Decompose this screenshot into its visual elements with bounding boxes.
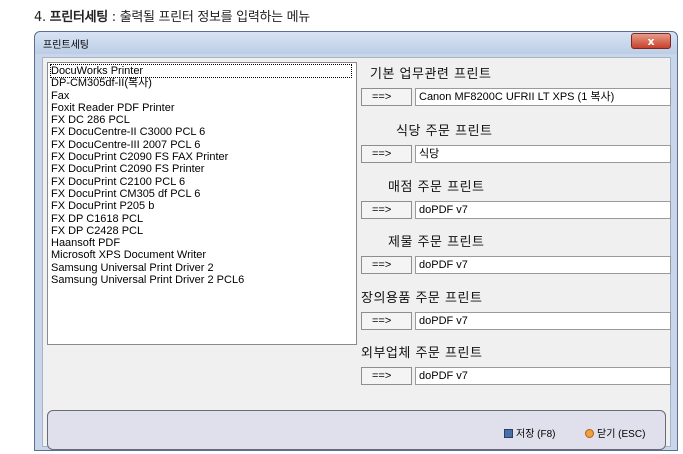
- caption-description: 출력될 프린터 정보를 입력하는 메뉴: [119, 10, 311, 25]
- window-close-button[interactable]: x: [631, 33, 671, 49]
- caption-title: 프린터세팅: [49, 10, 109, 25]
- printer-list-item[interactable]: FX DocuPrint C2100 PCL 6: [51, 176, 356, 188]
- close-icon: x: [647, 35, 655, 48]
- printer-listbox[interactable]: DocuWorks Printer DP-CM305df-II(복사) Fax Fox…: [47, 62, 357, 345]
- printer-list-item[interactable]: Foxit Reader PDF Printer: [51, 102, 356, 114]
- close-button-label: 닫기 (ESC): [597, 429, 646, 440]
- title-bar[interactable]: 프린트세팅 x: [35, 32, 677, 54]
- save-button-label: 저장 (F8): [516, 429, 556, 440]
- printer-list-item[interactable]: DocuWorks Printer: [50, 63, 352, 79]
- caption-number: 4.: [34, 10, 46, 25]
- assign-printer-button[interactable]: ==>: [361, 201, 412, 219]
- assign-printer-button[interactable]: ==>: [361, 256, 412, 274]
- printer-section-label: 식당 주문 프린트: [396, 124, 493, 139]
- printer-list-item[interactable]: FX DP C2428 PCL: [51, 225, 356, 237]
- assigned-printer-field[interactable]: doPDF v7: [415, 312, 671, 330]
- caption: 4. 프린터세팅 : 출력될 프린터 정보를 입력하는 메뉴: [34, 6, 310, 25]
- assigned-printer-field[interactable]: Canon MF8200C UFRII LT XPS (1 복사): [415, 88, 671, 106]
- assigned-printer-field[interactable]: doPDF v7: [415, 256, 671, 274]
- assigned-printer-field[interactable]: doPDF v7: [415, 367, 671, 385]
- printer-list-item[interactable]: FX DocuPrint C2090 FS FAX Printer: [51, 151, 356, 163]
- printer-section-label: 기본 업무관련 프린트: [370, 67, 492, 82]
- printer-list-item[interactable]: FX DocuCentre-III 2007 PCL 6: [51, 139, 356, 151]
- assign-printer-button[interactable]: ==>: [361, 312, 412, 330]
- save-button[interactable]: 저장 (F8): [504, 425, 556, 440]
- printer-list-item[interactable]: FX DP C1618 PCL: [51, 213, 356, 225]
- window-title: 프린트세팅: [43, 40, 89, 51]
- close-icon: [585, 429, 594, 438]
- print-settings-window: 프린트세팅 x DocuWorks Printer DP-CM305df-II(복…: [34, 31, 678, 451]
- printer-list-item[interactable]: Microsoft XPS Document Writer: [51, 249, 356, 261]
- assign-printer-button[interactable]: ==>: [361, 145, 412, 163]
- printer-list-item[interactable]: FX DocuPrint C2090 FS Printer: [51, 163, 356, 175]
- client-area: DocuWorks Printer DP-CM305df-II(복사) Fax Fox…: [42, 57, 671, 450]
- printer-list-item[interactable]: Samsung Universal Print Driver 2: [51, 262, 356, 274]
- assigned-printer-field[interactable]: doPDF v7: [415, 201, 671, 219]
- footer-bar: 저장 (F8) 닫기 (ESC): [47, 410, 666, 450]
- close-button[interactable]: 닫기 (ESC): [585, 425, 645, 440]
- save-icon: [504, 429, 513, 438]
- printer-list-item[interactable]: Fax: [51, 90, 356, 102]
- assigned-printer-field[interactable]: 식당: [415, 145, 671, 163]
- assign-printer-button[interactable]: ==>: [361, 367, 412, 385]
- caption-separator: :: [107, 10, 120, 25]
- printer-section-label: 매점 주문 프린트: [388, 180, 485, 195]
- printer-section-label: 제물 주문 프린트: [388, 235, 485, 250]
- assign-printer-button[interactable]: ==>: [361, 88, 412, 106]
- printer-list-item[interactable]: Samsung Universal Print Driver 2 PCL6: [51, 274, 356, 286]
- printer-list-item[interactable]: DP-CM305df-II(복사): [51, 77, 356, 89]
- printer-list-item[interactable]: FX DocuCentre-II C3000 PCL 6: [51, 126, 356, 138]
- printer-list-item[interactable]: FX DocuPrint P205 b: [51, 200, 356, 212]
- printer-list-item[interactable]: Haansoft PDF: [51, 237, 356, 249]
- printer-section-label: 외부업체 주문 프린트: [361, 346, 483, 361]
- printer-list-item[interactable]: FX DC 286 PCL: [51, 114, 356, 126]
- printer-section-label: 장의용품 주문 프린트: [361, 291, 483, 306]
- printer-list-item[interactable]: FX DocuPrint CM305 df PCL 6: [51, 188, 356, 200]
